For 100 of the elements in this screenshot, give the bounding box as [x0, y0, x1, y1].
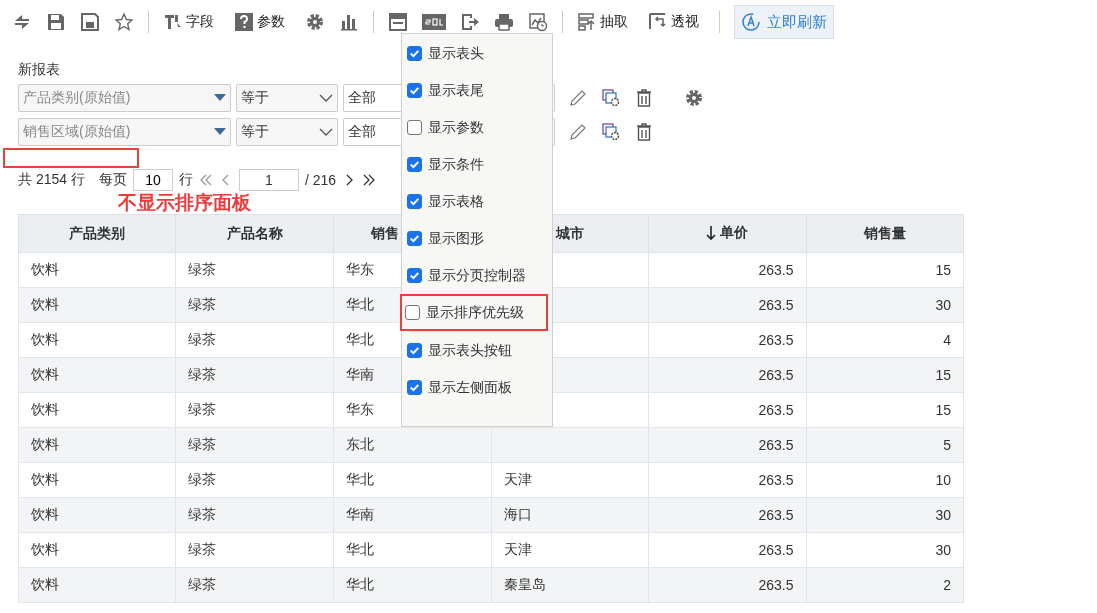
table-cell: 5	[943, 437, 951, 453]
table-cell: 华北	[345, 576, 374, 592]
first-page-icon[interactable]	[198, 173, 213, 187]
table-cell: 饮料	[31, 471, 59, 487]
table-cell: 饮料	[31, 436, 59, 452]
table-cell: 饮料	[31, 401, 59, 417]
fields-icon	[163, 12, 183, 32]
copy-settings-icon[interactable]	[601, 88, 621, 108]
fields-button[interactable]: 字段	[163, 12, 220, 32]
checkbox[interactable]	[405, 305, 420, 320]
checkmark-icon	[408, 232, 421, 245]
table-cell: 绿茶	[188, 366, 217, 382]
refresh-letter-icon	[741, 12, 761, 32]
trash-icon[interactable]	[634, 88, 654, 108]
printer-icon[interactable]	[494, 12, 514, 32]
menu-item[interactable]: 显示参数	[402, 109, 552, 146]
checkbox[interactable]	[407, 380, 422, 395]
column-header[interactable]: 产品类别	[18, 214, 176, 253]
operator-select[interactable]: 等于	[236, 84, 338, 112]
table-cell: 263.5	[758, 472, 794, 488]
checkbox[interactable]	[407, 268, 422, 283]
caret-down-icon	[214, 94, 226, 102]
column-header[interactable]: 产品名称	[175, 214, 334, 253]
pencil-icon[interactable]	[568, 88, 588, 108]
copy-settings-icon[interactable]	[601, 122, 621, 142]
menu-item[interactable]: 显示排序优先级	[400, 294, 548, 331]
table-cell: 东北	[345, 436, 374, 452]
settings-icon[interactable]	[684, 88, 704, 108]
menu-item[interactable]: 显示条件	[402, 146, 552, 183]
checkmark-icon	[408, 158, 421, 171]
last-page-icon[interactable]	[362, 173, 377, 187]
checkbox[interactable]	[407, 83, 422, 98]
report-title: 新报表	[18, 60, 61, 79]
table-cell: 饮料	[31, 576, 59, 592]
checkbox[interactable]	[407, 343, 422, 358]
layout-icon[interactable]	[388, 12, 408, 32]
table-cell: 天津	[503, 541, 532, 557]
table-cell: 绿茶	[188, 331, 217, 347]
table-cell: 263.5	[758, 297, 794, 313]
bar-chart-icon[interactable]	[339, 12, 359, 32]
table-cell: 绿茶	[188, 506, 217, 522]
table-cell: 15	[935, 367, 951, 383]
table-cell: 263.5	[758, 437, 794, 453]
table-cell: 绿茶	[188, 401, 217, 417]
table-cell: 263.5	[758, 367, 794, 383]
star-icon[interactable]	[114, 12, 134, 32]
sql-icon[interactable]	[422, 12, 446, 32]
menu-item[interactable]: 显示表头	[402, 35, 552, 72]
table-cell: 华东	[345, 401, 374, 417]
table-cell: 饮料	[31, 366, 59, 382]
checkmark-icon	[408, 269, 421, 282]
refresh-icon[interactable]	[12, 12, 32, 32]
table-cell: 绿茶	[188, 296, 217, 312]
pencil-icon[interactable]	[568, 122, 588, 142]
settings-icon[interactable]	[305, 12, 325, 32]
checkmark-icon	[408, 84, 421, 97]
scheduled-chart-icon[interactable]	[528, 12, 548, 32]
page-input[interactable]: 1	[238, 169, 299, 191]
table-cell: 30	[935, 297, 951, 313]
table-cell: 15	[935, 262, 951, 278]
menu-item[interactable]: 显示表尾	[402, 72, 552, 109]
table-cell: 263.5	[758, 262, 794, 278]
table-cell: 天津	[503, 471, 532, 487]
checkbox[interactable]	[407, 46, 422, 61]
checkbox[interactable]	[407, 231, 422, 246]
per-page-input[interactable]: 10	[132, 169, 173, 191]
pivot-icon	[648, 12, 668, 32]
checkbox[interactable]	[407, 194, 422, 209]
table-cell: 绿茶	[188, 471, 217, 487]
table-cell: 10	[935, 472, 951, 488]
chevron-down-icon	[319, 94, 333, 102]
table-cell: 15	[935, 402, 951, 418]
refresh-now-button[interactable]: 立即刷新	[734, 5, 834, 39]
question-mark-icon	[234, 12, 254, 32]
trash-icon[interactable]	[634, 122, 654, 142]
table-cell: 华南	[345, 366, 374, 382]
table-cell: 华北	[345, 541, 374, 557]
save-as-icon[interactable]	[80, 12, 100, 32]
pivot-button[interactable]: 透视	[648, 12, 705, 32]
checkbox[interactable]	[407, 120, 422, 135]
column-header[interactable]: 单价	[648, 214, 807, 253]
parameters-button[interactable]: 参数	[234, 12, 291, 32]
menu-item[interactable]: 显示左侧面板	[402, 369, 552, 406]
export-icon[interactable]	[460, 12, 480, 32]
table-cell: 海口	[503, 506, 532, 522]
column-header[interactable]: 销售量	[806, 214, 964, 253]
extract-button[interactable]: 抽取	[577, 12, 634, 32]
rows-unit: 行	[178, 171, 193, 189]
total-rows: 共 2154 行	[18, 171, 85, 189]
table-cell: 饮料	[31, 261, 59, 277]
page-count: / 216	[304, 172, 337, 188]
menu-item[interactable]: 显示表头按钮	[402, 332, 552, 369]
checkbox[interactable]	[407, 157, 422, 172]
table-cell: 30	[935, 542, 951, 558]
table-cell: 饮料	[31, 296, 59, 312]
table-cell: 华南	[345, 506, 374, 522]
save-icon[interactable]	[46, 12, 66, 32]
table-cell: 绿茶	[188, 576, 217, 592]
menu-item[interactable]: 显示分页控制器	[402, 257, 552, 294]
operator-select[interactable]: 等于	[236, 118, 338, 146]
